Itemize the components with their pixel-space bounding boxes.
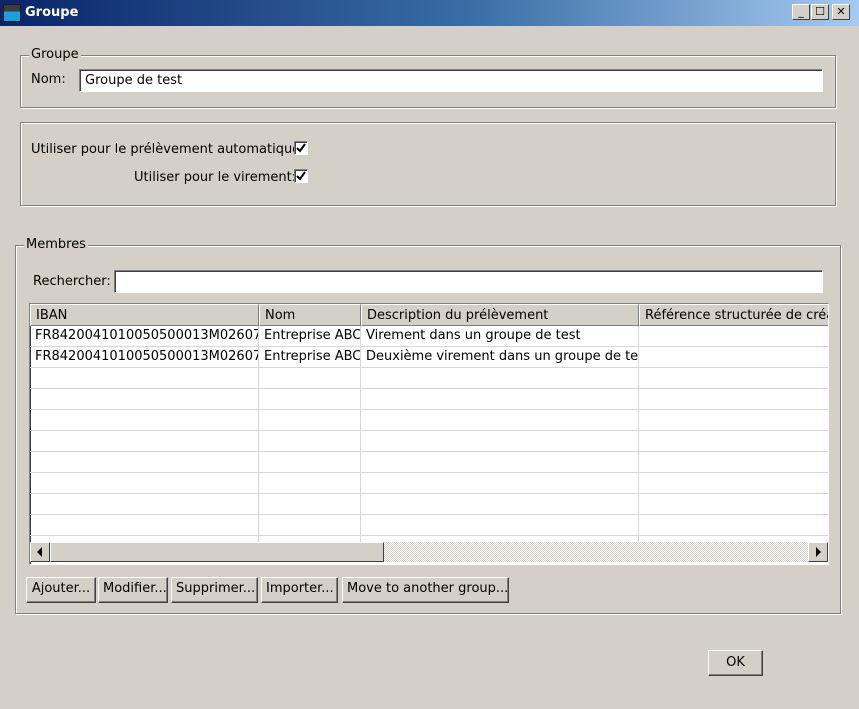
- maximize-button[interactable]: ☐: [811, 4, 829, 20]
- scrollbar-thumb[interactable]: [50, 542, 384, 562]
- name-label: Nom:: [31, 72, 66, 87]
- members-table[interactable]: IBAN Nom Description du prélèvement Réfé…: [29, 303, 829, 565]
- arrow-left-icon: [37, 547, 42, 557]
- search-input[interactable]: [114, 270, 823, 293]
- members-legend: Membres: [24, 237, 88, 252]
- scroll-right-button[interactable]: [808, 542, 828, 562]
- checkmark-icon: [296, 143, 306, 153]
- cell-iban: FR8420041010050500013M02607: [30, 347, 259, 368]
- transfer-checkbox[interactable]: [294, 169, 308, 183]
- transfer-label: Utiliser pour le virement:: [134, 170, 297, 185]
- group-section: Groupe Nom:: [20, 47, 836, 108]
- cell-name: Entreprise ABC: [259, 326, 361, 347]
- empty-row: [30, 368, 828, 389]
- delete-button[interactable]: Supprimer...: [171, 577, 258, 603]
- import-button[interactable]: Importer...: [261, 577, 338, 603]
- cell-name: Entreprise ABC: [259, 347, 361, 368]
- search-label: Rechercher:: [33, 274, 111, 289]
- cell-iban: FR8420041010050500013M02607: [30, 326, 259, 347]
- cell-reference: [639, 347, 828, 368]
- cell-description: Deuxième virement dans un groupe de test: [361, 347, 639, 368]
- empty-row: [30, 494, 828, 515]
- column-header-name[interactable]: Nom: [259, 304, 361, 326]
- empty-row: [30, 389, 828, 410]
- window-title: Groupe: [25, 5, 79, 20]
- ok-button[interactable]: OK: [708, 650, 763, 676]
- group-legend: Groupe: [29, 47, 81, 62]
- cell-description: Virement dans un groupe de test: [361, 326, 639, 347]
- empty-row: [30, 431, 828, 452]
- minimize-button[interactable]: _: [792, 4, 810, 20]
- empty-row: [30, 410, 828, 431]
- empty-row: [30, 473, 828, 494]
- direct-debit-label: Utiliser pour le prélèvement automatique…: [31, 142, 305, 157]
- direct-debit-checkbox[interactable]: [294, 141, 308, 155]
- app-icon: [3, 4, 21, 22]
- empty-row: [30, 452, 828, 473]
- column-header-iban[interactable]: IBAN: [30, 304, 259, 326]
- options-section: Utiliser pour le prélèvement automatique…: [20, 122, 836, 206]
- column-header-description[interactable]: Description du prélèvement: [361, 304, 639, 326]
- close-button[interactable]: ✕: [832, 4, 850, 20]
- empty-row: [30, 515, 828, 536]
- title-bar: Groupe _ ☐ ✕: [0, 0, 859, 26]
- add-button[interactable]: Ajouter...: [26, 577, 96, 603]
- group-name-input[interactable]: [79, 69, 823, 92]
- table-row[interactable]: FR8420041010050500013M02607 Entreprise A…: [30, 347, 828, 368]
- move-to-group-button[interactable]: Move to another group...: [342, 577, 509, 603]
- cell-reference: [639, 326, 828, 347]
- checkmark-icon: [296, 171, 306, 181]
- scroll-left-button[interactable]: [30, 542, 50, 562]
- edit-button[interactable]: Modifier...: [98, 577, 168, 603]
- arrow-right-icon: [816, 547, 821, 557]
- horizontal-scrollbar[interactable]: [30, 542, 828, 562]
- table-header: IBAN Nom Description du prélèvement Réfé…: [30, 304, 828, 326]
- column-header-reference[interactable]: Référence structurée de créan: [639, 304, 828, 326]
- table-row[interactable]: FR8420041010050500013M02607 Entreprise A…: [30, 326, 828, 347]
